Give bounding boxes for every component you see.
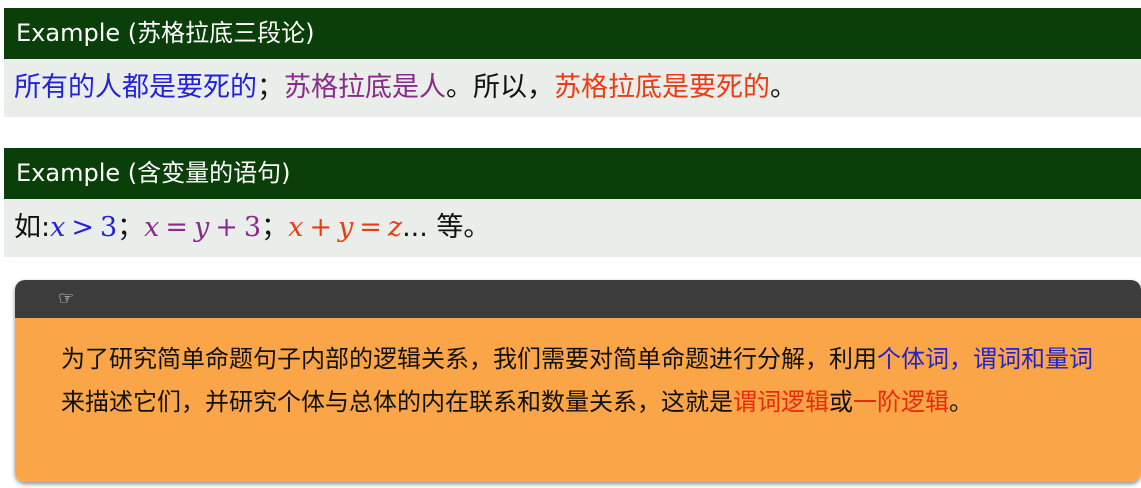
separator: ； xyxy=(261,212,289,243)
math-variable: x xyxy=(50,212,66,243)
note-body: 为了研究简单命题句子内部的逻辑关系，我们需要对简单命题进行分解，利用个体词，谓词… xyxy=(15,318,1141,482)
ellipsis: ... xyxy=(402,212,428,243)
example-title: Example (含变量的语句) xyxy=(4,148,1141,199)
math-operator: + xyxy=(309,212,332,243)
note-highlight-predicate-logic: 谓词逻辑 xyxy=(733,388,829,416)
note-highlight-first-order-logic: 一阶逻辑 xyxy=(853,388,949,416)
punctuation: 。 xyxy=(770,72,797,103)
note-box: ☞ 为了研究简单命题句子内部的逻辑关系，我们需要对简单命题进行分解，利用个体词，… xyxy=(15,280,1141,482)
note-header: ☞ xyxy=(15,280,1141,318)
prefix-text: 如: xyxy=(14,212,51,243)
math-variable: x xyxy=(288,212,304,243)
punctuation: ； xyxy=(257,72,284,103)
example-block-syllogism: Example (苏格拉底三段论) 所有的人都是要死的；苏格拉底是人。所以，苏格… xyxy=(4,8,1141,117)
math-number: 3 xyxy=(99,212,118,243)
example-body: 所有的人都是要死的；苏格拉底是人。所以，苏格拉底是要死的。 xyxy=(4,59,1141,117)
example-title: Example (苏格拉底三段论) xyxy=(4,8,1141,59)
math-operator: > xyxy=(71,212,94,243)
math-operator: + xyxy=(215,212,238,243)
expression-2: x = y +3 xyxy=(144,212,261,243)
note-text: 。 xyxy=(949,388,973,416)
suffix-text: 等。 xyxy=(427,212,491,243)
math-variable: y xyxy=(194,212,210,243)
math-operator: = xyxy=(165,212,189,243)
note-text: 为了研究简单命题句子内部的逻辑关系，我们需要对简单命题进行分解，利用 xyxy=(61,345,877,373)
example-body: 如:x >3；x = y +3；x + y = z... 等。 xyxy=(4,199,1141,257)
note-text: 或 xyxy=(829,388,853,416)
separator: ； xyxy=(117,212,145,243)
note-highlight-terms: 个体词，谓词和量词 xyxy=(877,345,1093,373)
note-text: 来描述它们，并研究个体与总体的内在联系和数量关系，这就是 xyxy=(61,388,733,416)
example-block-variables: Example (含变量的语句) 如:x >3；x = y +3；x + y = z... 等。 xyxy=(4,148,1141,257)
conclusion: 苏格拉底是要死的 xyxy=(554,72,770,103)
connector-text: 。所以， xyxy=(446,72,554,103)
pointing-hand-icon: ☞ xyxy=(58,288,75,309)
math-variable: z xyxy=(387,212,403,243)
expression-1: x >3 xyxy=(50,212,117,243)
math-operator: = xyxy=(359,212,382,243)
math-variable: y xyxy=(337,212,354,243)
premise-minor: 苏格拉底是人 xyxy=(284,72,446,103)
math-variable: x xyxy=(144,212,160,243)
expression-3: x + y = z xyxy=(288,212,402,243)
premise-major: 所有的人都是要死的 xyxy=(14,72,257,103)
math-number: 3 xyxy=(243,212,262,243)
